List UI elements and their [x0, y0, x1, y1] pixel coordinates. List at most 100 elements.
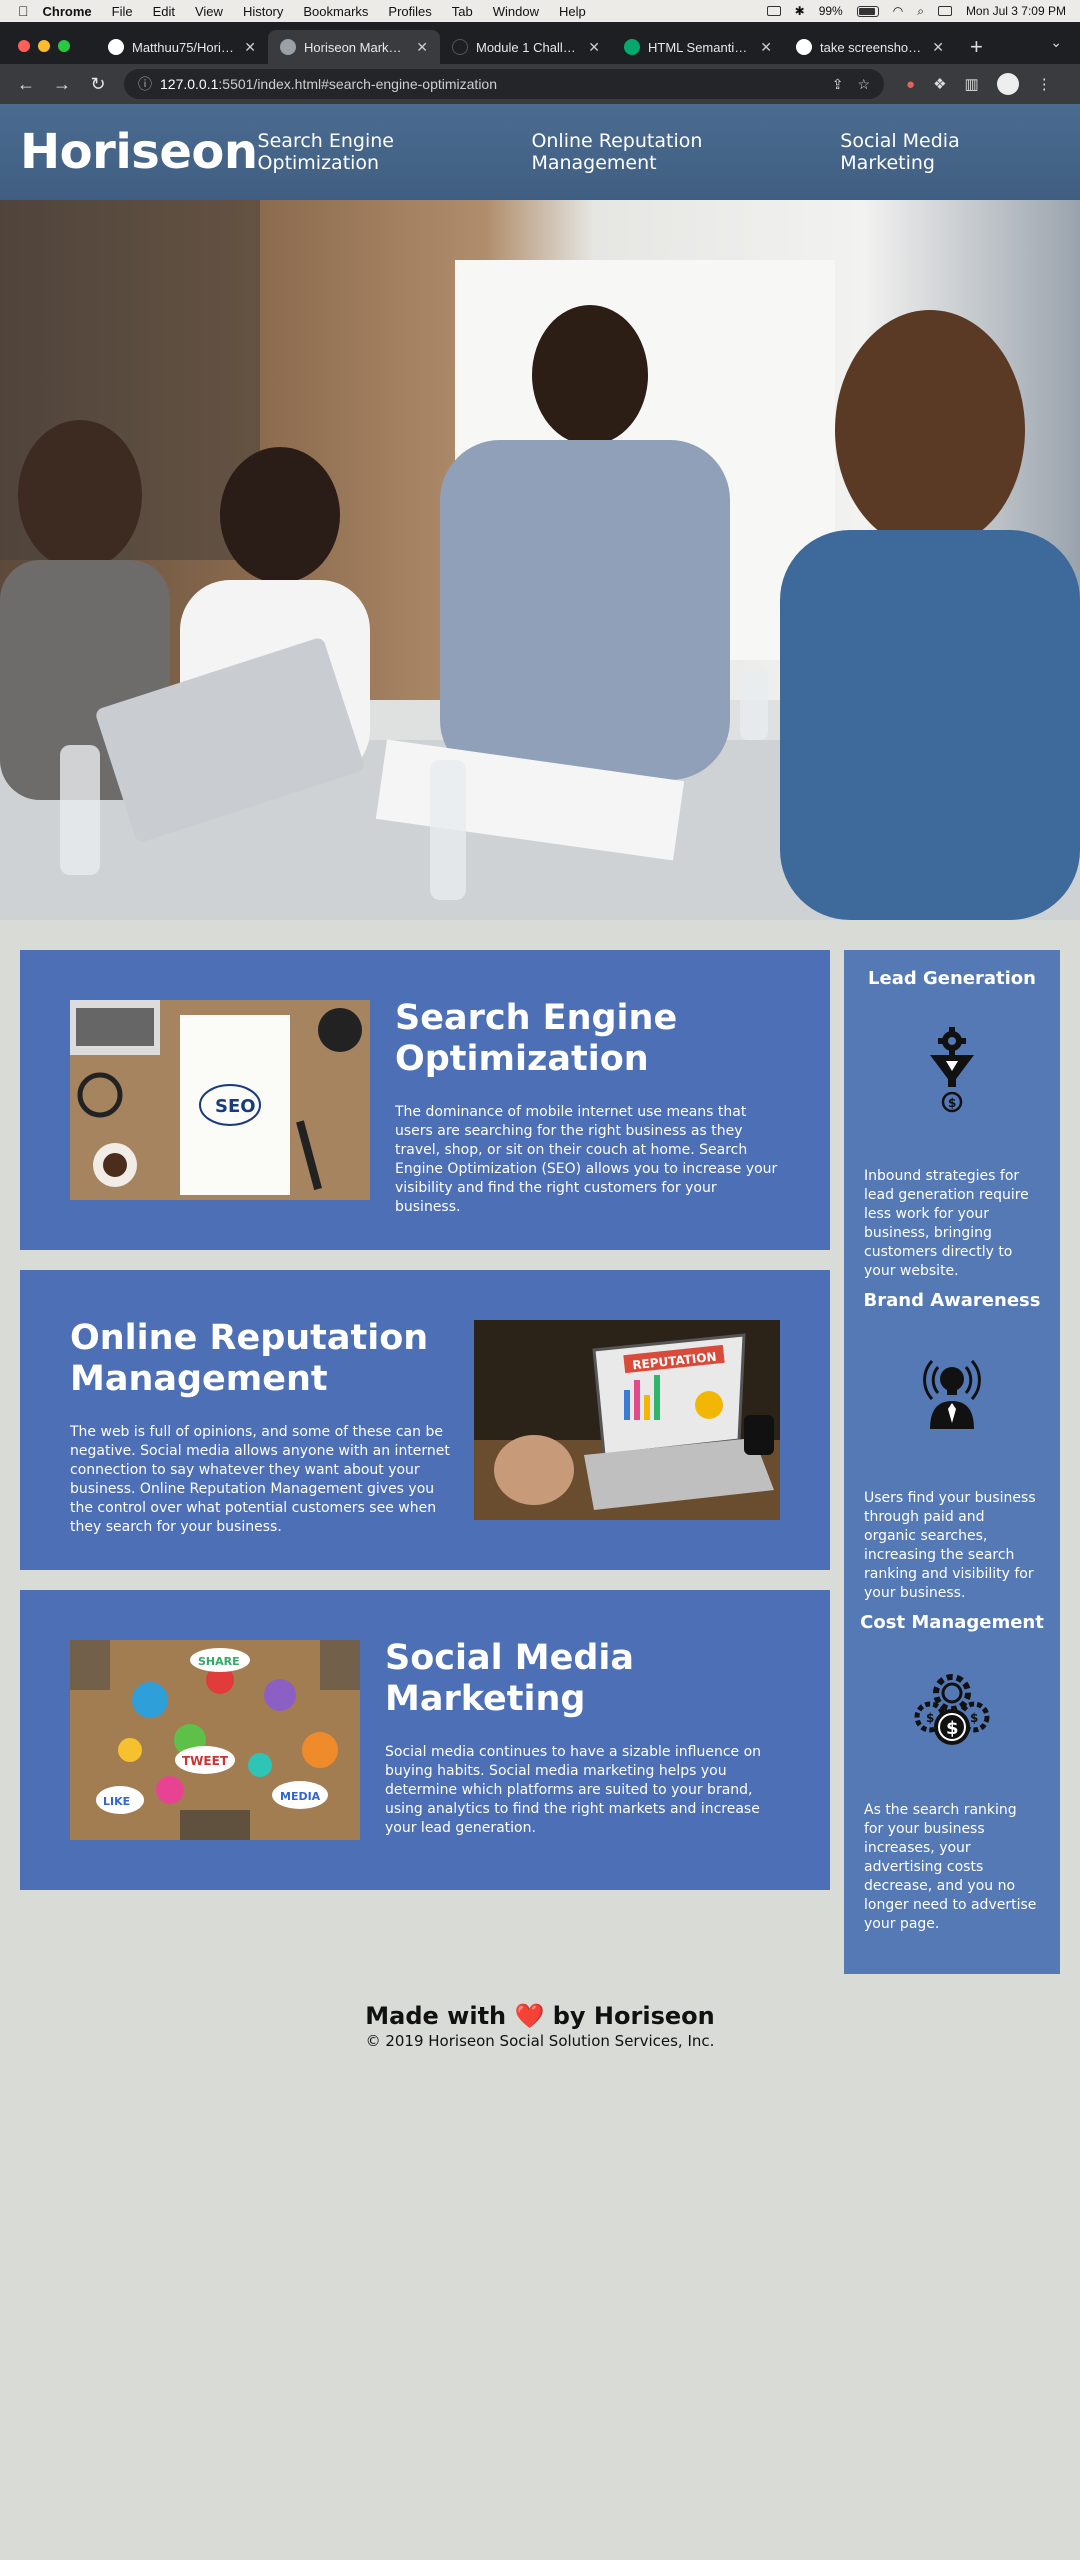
maximize-window-button[interactable]: [58, 40, 70, 52]
back-arrow-icon[interactable]: ←: [16, 74, 36, 95]
tab-horiseon[interactable]: Horiseon Marketing ✕: [268, 30, 440, 64]
orm-title: Online Reputation Management: [70, 1318, 429, 1399]
footer-made-suffix: by Horiseon: [552, 2002, 715, 2030]
benefit-cost-text: As the search ranking for your business …: [864, 1802, 1037, 1932]
side-panel-icon[interactable]: ▥: [965, 75, 979, 93]
wifi-icon[interactable]: ◠: [893, 4, 903, 18]
site-info-icon[interactable]: ⓘ: [138, 74, 152, 94]
menu-clock[interactable]: Mon Jul 3 7:09 PM: [966, 4, 1066, 18]
menu-profiles[interactable]: Profiles: [388, 4, 431, 19]
svg-text:$: $: [970, 1711, 978, 1725]
cost-gears-coins-icon: $ $ $: [914, 1674, 990, 1745]
battery-icon[interactable]: [856, 5, 879, 17]
profile-avatar[interactable]: [996, 73, 1019, 95]
lead-funnel-icon: $: [930, 1027, 974, 1113]
benefit-cost: Cost Management $ $ $ As the search rank…: [844, 1612, 1060, 1934]
close-window-button[interactable]: [18, 40, 30, 52]
omnibox-actions: ⇪ ☆: [832, 76, 870, 93]
svg-text:$: $: [948, 1096, 956, 1110]
menu-app-name[interactable]: Chrome: [43, 4, 92, 19]
close-tab-icon[interactable]: ✕: [588, 39, 600, 56]
hero-image: [0, 200, 1080, 920]
w3schools-icon: [624, 39, 640, 55]
menu-view[interactable]: View: [195, 4, 223, 19]
benefit-lead: Lead Generation $ Inbound strategies for…: [844, 968, 1060, 1281]
tab-title: Module 1 Challenge: [476, 39, 581, 55]
browser-toolbar: ← → ↻ ⓘ 127.0.0.1:5501/index.html#search…: [0, 64, 1080, 104]
share-icon[interactable]: ⇪: [832, 76, 844, 93]
kebab-menu-icon[interactable]: ⋮: [1037, 75, 1052, 93]
menu-window[interactable]: Window: [493, 4, 539, 19]
tab-title: HTML Semantic Ele: [648, 39, 753, 55]
tab-title: Matthuu75/Horiseon: [132, 39, 236, 55]
seo-notebook-photo: SEO: [70, 1000, 370, 1200]
tab-title: Horiseon Marketing: [304, 39, 409, 55]
menu-edit[interactable]: Edit: [153, 4, 175, 19]
close-tab-icon[interactable]: ✕: [416, 39, 428, 56]
smm-media-label: MEDIA: [280, 1790, 321, 1803]
macos-menu-bar:  Chrome File Edit View History Bookmark…: [0, 0, 1080, 22]
svg-text:$: $: [946, 1718, 959, 1739]
new-tab-button[interactable]: +: [970, 34, 983, 60]
close-tab-icon[interactable]: ✕: [760, 39, 772, 56]
orm-image: REPUTATION: [474, 1320, 780, 1520]
nav-link-orm[interactable]: Online Reputation Management: [531, 130, 808, 174]
control-center-icon[interactable]: [937, 6, 952, 16]
spotlight-search-icon[interactable]: ⌕: [917, 4, 924, 19]
window-controls: [18, 40, 70, 52]
footer-copyright: © 2019 Horiseon Social Solution Services…: [365, 2032, 715, 2050]
benefit-brand-text: Users find your business through paid an…: [864, 1490, 1036, 1601]
bluetooth-icon[interactable]: ✱: [795, 4, 805, 18]
main-nav: Search Engine Optimization Online Reputa…: [258, 130, 1042, 174]
github-icon: [108, 39, 124, 55]
section-seo: SEO Search Engine Optimization The domin…: [20, 950, 830, 1250]
address-bar[interactable]: ⓘ 127.0.0.1:5501/index.html#search-engin…: [124, 69, 884, 99]
nav-link-seo[interactable]: Search Engine Optimization: [258, 130, 500, 174]
url-host: 127.0.0.1: [160, 76, 219, 92]
section-orm: Online Reputation Management The web is …: [20, 1270, 830, 1570]
smm-bubbles-photo: SHARE TWEET LIKE MEDIA: [70, 1640, 360, 1840]
hero-team-photo: [0, 200, 1080, 920]
smm-image: SHARE TWEET LIKE MEDIA: [70, 1640, 360, 1840]
extension-area: ● ❖ ▥ ⋮: [906, 73, 1052, 95]
tab-list: Matthuu75/Horiseon ✕ Horiseon Marketing …: [96, 30, 983, 64]
nav-link-smm[interactable]: Social Media Marketing: [840, 130, 1042, 174]
url-path: :5501/index.html#search-engine-optimizat…: [218, 76, 497, 92]
screen-mirror-icon[interactable]: [766, 6, 781, 16]
minimize-window-button[interactable]: [38, 40, 50, 52]
menu-help[interactable]: Help: [559, 4, 586, 19]
close-tab-icon[interactable]: ✕: [932, 39, 944, 56]
google-icon: [796, 39, 812, 55]
tab-html-semantic[interactable]: HTML Semantic Ele ✕: [612, 30, 784, 64]
orm-laptop-photo: REPUTATION: [474, 1320, 780, 1520]
benefit-brand-title: Brand Awareness: [863, 1290, 1041, 1311]
forward-arrow-icon[interactable]: →: [52, 74, 72, 95]
tab-title: take screenshot of: [820, 39, 925, 55]
benefit-lead-text: Inbound strategies for lead generation r…: [864, 1168, 1029, 1279]
tab-github[interactable]: Matthuu75/Horiseon ✕: [96, 30, 268, 64]
apple-icon[interactable]: : [18, 3, 29, 19]
footer-made-prefix: Made with: [365, 2002, 507, 2030]
smm-tweet-label: TWEET: [182, 1754, 229, 1768]
tab-search-chevron-icon[interactable]: ⌄: [1050, 34, 1062, 51]
close-tab-icon[interactable]: ✕: [244, 39, 256, 56]
battery-percent: 99%: [818, 4, 843, 18]
heart-icon: ❤️: [514, 2002, 545, 2030]
tab-google-search[interactable]: take screenshot of ✕: [784, 30, 956, 64]
bookmark-star-icon[interactable]: ☆: [857, 76, 870, 93]
menu-history[interactable]: History: [243, 4, 283, 19]
reload-icon[interactable]: ↻: [88, 74, 108, 95]
tab-module-challenge[interactable]: Module 1 Challenge ✕: [440, 30, 612, 64]
status-area: ✱ 99% ◠ ⌕ Mon Jul 3 7:09 PM: [766, 4, 1066, 19]
menu-file[interactable]: File: [112, 4, 133, 19]
site-logo[interactable]: Horiseon: [20, 124, 258, 180]
menu-bookmarks[interactable]: Bookmarks: [303, 4, 368, 19]
brand-idea-person-icon: [923, 1359, 981, 1429]
smm-title: Social Media Marketing: [385, 1638, 635, 1719]
puzzle-extensions-icon[interactable]: ❖: [933, 75, 946, 93]
extension-icon[interactable]: ●: [906, 76, 915, 93]
menu-tab[interactable]: Tab: [452, 4, 473, 19]
svg-text:$: $: [926, 1711, 934, 1725]
benefits-sidebar: Lead Generation $ Inbound strategies for…: [844, 950, 1060, 1974]
smm-like-label: LIKE: [103, 1795, 130, 1808]
